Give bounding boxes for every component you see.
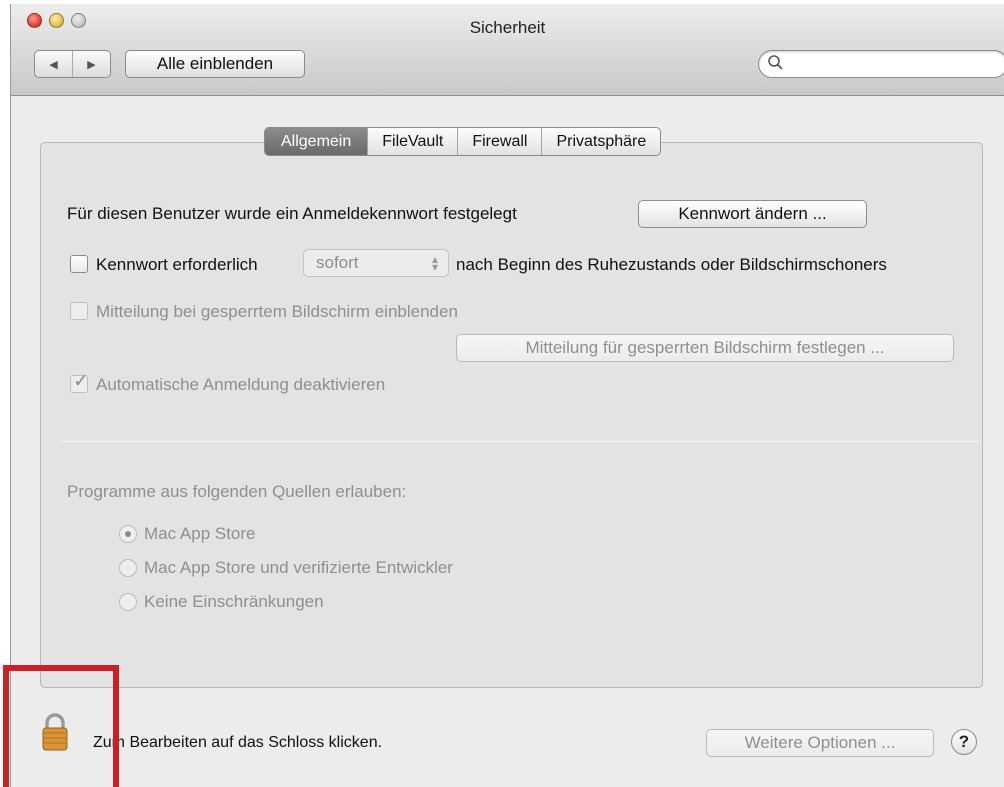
password-delay-value: sofort — [316, 253, 359, 272]
back-arrow-icon: ◀ — [49, 58, 58, 71]
radio-mac-app-store[interactable] — [119, 525, 137, 543]
section-divider — [60, 441, 980, 442]
disable-autologin-label: Automatische Anmeldung deaktivieren — [96, 375, 386, 394]
show-message-checkbox[interactable] — [70, 302, 88, 320]
window-title: Sicherheit — [469, 18, 546, 37]
tab-firewall[interactable]: Firewall — [457, 128, 541, 155]
search-field[interactable] — [758, 50, 1004, 78]
tab-allgemein[interactable]: Allgemein — [265, 128, 368, 155]
help-button[interactable]: ? — [951, 729, 977, 755]
lock-instruction-text: Zum Bearbeiten auf das Schloss klicken. — [93, 734, 383, 751]
require-password-suffix: nach Beginn des Ruhezustands oder Bildsc… — [456, 255, 887, 274]
toolbar: Sicherheit ◀ ▶ Alle einblenden — [11, 4, 1004, 96]
popup-arrows-icon: ▴ ▾ — [431, 252, 438, 274]
show-message-label: Mitteilung bei gesperrtem Bildschirm ein… — [96, 302, 458, 321]
forward-arrow-icon: ▶ — [87, 58, 96, 71]
require-password-checkbox[interactable] — [70, 255, 88, 273]
require-password-label: Kennwort erforderlich — [96, 255, 258, 274]
search-icon — [768, 55, 783, 70]
disable-autologin-checkbox[interactable]: ✓ — [70, 371, 89, 393]
set-lock-message-button[interactable]: Mitteilung für gesperrten Bildschirm fes… — [456, 334, 954, 362]
password-delay-popup[interactable]: sofort ▴ ▾ — [303, 249, 449, 277]
change-password-button[interactable]: Kennwort ändern ... — [638, 200, 867, 228]
radio-mac-app-store-identified[interactable] — [119, 559, 137, 577]
tab-privatsphaere[interactable]: Privatsphäre — [541, 128, 660, 155]
back-button[interactable]: ◀ — [35, 51, 72, 77]
radio-anywhere[interactable] — [119, 593, 137, 611]
radio-selected-dot — [125, 531, 131, 537]
password-set-text: Für diesen Benutzer wurde ein Anmeldeken… — [67, 204, 517, 223]
red-highlight-box — [3, 665, 119, 787]
radio-label-mac-app-store-identified: Mac App Store und verifizierte Entwickle… — [144, 558, 453, 577]
more-options-button[interactable]: Weitere Optionen ... — [706, 729, 934, 757]
sources-heading: Programme aus folgenden Quellen erlauben… — [67, 482, 407, 501]
checkmark-icon: ✓ — [73, 371, 89, 392]
radio-label-mac-app-store: Mac App Store — [144, 524, 256, 543]
forward-button[interactable]: ▶ — [72, 51, 110, 77]
tab-filevault[interactable]: FileVault — [367, 128, 457, 155]
tab-bar: Allgemein FileVault Firewall Privatsphär… — [264, 127, 662, 156]
radio-label-anywhere: Keine Einschränkungen — [144, 592, 324, 611]
back-forward-control: ◀ ▶ — [34, 50, 111, 78]
show-all-button[interactable]: Alle einblenden — [125, 50, 305, 78]
